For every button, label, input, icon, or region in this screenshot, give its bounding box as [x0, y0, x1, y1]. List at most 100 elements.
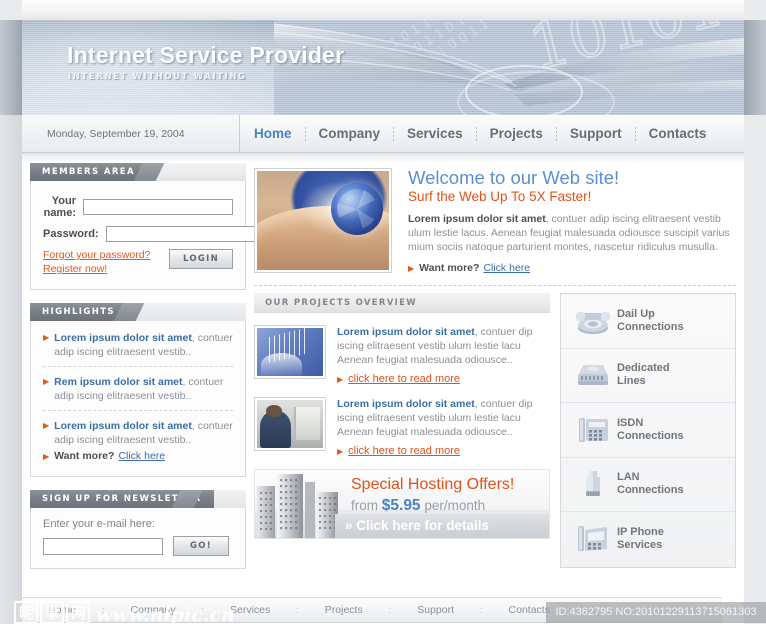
- welcome-more: ▶ Want more? Click here: [408, 262, 736, 274]
- service-item-dedicated-lines[interactable]: Dedicated Lines: [561, 349, 735, 403]
- hosting-cta-link[interactable]: » Click here for details: [345, 518, 489, 533]
- service-item-lan[interactable]: LAN Connections: [561, 458, 735, 512]
- isdn-phone-icon: [569, 414, 617, 446]
- footer-item-company[interactable]: Company: [105, 604, 202, 616]
- highlight-bold: Rem ipsum dolor sit amet: [54, 376, 183, 388]
- page-subtitle: Surf the Web Up To 5X Faster!: [408, 189, 592, 204]
- site-title: Internet Service Provider: [67, 42, 345, 68]
- hosting-title: Special Hosting Offers!: [351, 476, 515, 493]
- project-thumbnail[interactable]: [254, 325, 326, 379]
- highlight-text: Rem ipsum dolor sit amet, contuer adip i…: [54, 375, 233, 403]
- service-label: Dedicated Lines: [617, 362, 670, 388]
- highlight-comma: ,: [191, 420, 195, 432]
- footer-item-services[interactable]: Services: [204, 604, 296, 616]
- newsletter-go-button[interactable]: GO!: [173, 536, 229, 556]
- ip-phone-icon: [569, 523, 617, 555]
- footer-item-home[interactable]: Home: [22, 604, 102, 616]
- highlight-comma: ,: [191, 332, 195, 344]
- project-bold: Lorem ipsum dolor sit amet: [337, 398, 475, 410]
- nav-item-support[interactable]: Support: [557, 126, 635, 141]
- nav-item-projects[interactable]: Projects: [477, 126, 556, 141]
- footer-item-projects[interactable]: Projects: [299, 604, 389, 616]
- highlights-click-here-link[interactable]: Click here: [118, 450, 165, 464]
- projects-section: OUR PROJECTS OVERVIEW Lorem ipsum dolor …: [254, 293, 550, 568]
- username-row: Your name:: [43, 195, 233, 219]
- highlight-bold: Lorem ipsum dolor sit amet: [54, 420, 192, 432]
- welcome-click-here-link[interactable]: Click here: [483, 262, 530, 274]
- service-label: IP Phone Services: [617, 526, 664, 552]
- bullet-arrow-icon: ▶: [43, 452, 50, 461]
- list-item: Lorem ipsum dolor sit amet, contuer dip …: [254, 397, 550, 457]
- service-item-dial-up[interactable]: Dail Up Connections: [561, 294, 735, 349]
- rj45-plug-icon: [569, 468, 617, 500]
- service-item-ip-phone[interactable]: IP Phone Services: [561, 512, 735, 567]
- hosting-offer-banner[interactable]: Special Hosting Offers! from $5.95 per/m…: [254, 469, 550, 539]
- project-thumbnail[interactable]: [254, 397, 326, 451]
- welcome-lead: Lorem ipsum dolor sit amet: [408, 213, 546, 225]
- date-box: Monday, September 19, 2004: [22, 115, 240, 152]
- site-banner: 1 0 1 1 0 0 1 1 0 1 1 0 0 1 1 10101 Inte…: [22, 20, 744, 115]
- login-button[interactable]: LOGIN: [169, 249, 233, 269]
- bullet-arrow-icon: ▶: [43, 421, 50, 430]
- project-bold: Lorem ipsum dolor sit amet: [337, 326, 475, 338]
- project-text: Lorem ipsum dolor sit amet, contuer dip …: [326, 325, 550, 385]
- divider: [43, 366, 233, 367]
- password-label: Password:: [43, 228, 99, 240]
- highlight-comma: , contuer: [182, 376, 224, 388]
- service-label: ISDN Connections: [617, 416, 684, 442]
- bullet-arrow-icon: ▶: [337, 447, 344, 456]
- nav-item-home[interactable]: Home: [241, 126, 305, 141]
- hand-globe-image: [254, 168, 392, 273]
- nav-item-company[interactable]: Company: [306, 126, 394, 141]
- nav-item-contacts[interactable]: Contacts: [636, 126, 720, 141]
- newsletter-row: GO!: [43, 536, 233, 556]
- project-body: Lorem ipsum dolor sit amet, contuer dip …: [337, 397, 550, 439]
- register-link[interactable]: Register now!: [43, 263, 169, 275]
- forgot-password-link[interactable]: Forgot your password?: [43, 249, 169, 261]
- main-column: Welcome to our Web site! Surf the Web Up…: [254, 163, 736, 568]
- divider: [254, 285, 736, 286]
- username-input[interactable]: [83, 199, 233, 215]
- password-row: Password:: [43, 226, 256, 242]
- list-item: Lorem ipsum dolor sit amet, contuer dip …: [254, 325, 550, 385]
- read-more-link[interactable]: click here to read more: [348, 445, 460, 457]
- newsletter-label: Enter your e-mail here:: [43, 518, 155, 530]
- newsletter-email-input[interactable]: [43, 537, 163, 555]
- projects-bar-title: OUR PROJECTS OVERVIEW: [265, 297, 417, 308]
- welcome-text: Welcome to our Web site! Surf the Web Up…: [392, 168, 736, 275]
- stock-id-watermark: ID:4362795 NO:20101229113715061303: [546, 602, 766, 623]
- sidebar: MEMBERS AREA Your name: Password: Forgot…: [30, 163, 256, 582]
- list-item[interactable]: ▶ Lorem ipsum dolor sit amet, contuer ad…: [43, 419, 233, 447]
- members-area-body: Your name: Password: Forgot your passwor…: [30, 181, 256, 290]
- left-margin-banner: [0, 20, 22, 115]
- globe-icon: [330, 182, 383, 235]
- footer-item-support[interactable]: Support: [391, 604, 480, 616]
- highlight-tail: adip iscing elitraesent vestib..: [54, 390, 192, 402]
- service-label: LAN Connections: [617, 471, 684, 497]
- members-links: Forgot your password? Register now!: [43, 249, 169, 277]
- hosting-price-prefix: from: [351, 498, 378, 513]
- bottom-fill: [0, 624, 766, 632]
- hosting-price-value: $5.95: [381, 497, 421, 514]
- left-margin-top: [0, 0, 22, 20]
- nav-item-services[interactable]: Services: [394, 126, 476, 141]
- list-item[interactable]: ▶ Rem ipsum dolor sit amet, contuer adip…: [43, 375, 233, 403]
- project-text: Lorem ipsum dolor sit amet, contuer dip …: [326, 397, 550, 457]
- top-navigation-bar: Monday, September 19, 2004 Home Company …: [22, 115, 744, 153]
- read-more-link[interactable]: click here to read more: [348, 373, 460, 385]
- project-link-row: ▶ click here to read more: [337, 373, 550, 385]
- project-body: Lorem ipsum dolor sit amet, contuer dip …: [337, 325, 550, 367]
- server-rack-icon: [569, 360, 617, 390]
- list-item[interactable]: ▶ Lorem ipsum dolor sit amet, contuer ad…: [43, 331, 233, 359]
- projects-bar: OUR PROJECTS OVERVIEW: [254, 293, 550, 313]
- hosting-price: from $5.95 per/month: [351, 497, 485, 515]
- divider: [43, 410, 233, 411]
- members-area-title: MEMBERS AREA: [30, 163, 147, 181]
- operator-thumb-icon: [257, 400, 323, 448]
- service-item-isdn[interactable]: ISDN Connections: [561, 403, 735, 458]
- highlights-header: HIGHLIGHTS: [30, 303, 246, 321]
- hosting-price-suffix: per/month: [424, 498, 486, 513]
- password-input[interactable]: [105, 226, 256, 242]
- want-more-label: Want more?: [54, 450, 115, 462]
- nav-shadow: [22, 153, 744, 161]
